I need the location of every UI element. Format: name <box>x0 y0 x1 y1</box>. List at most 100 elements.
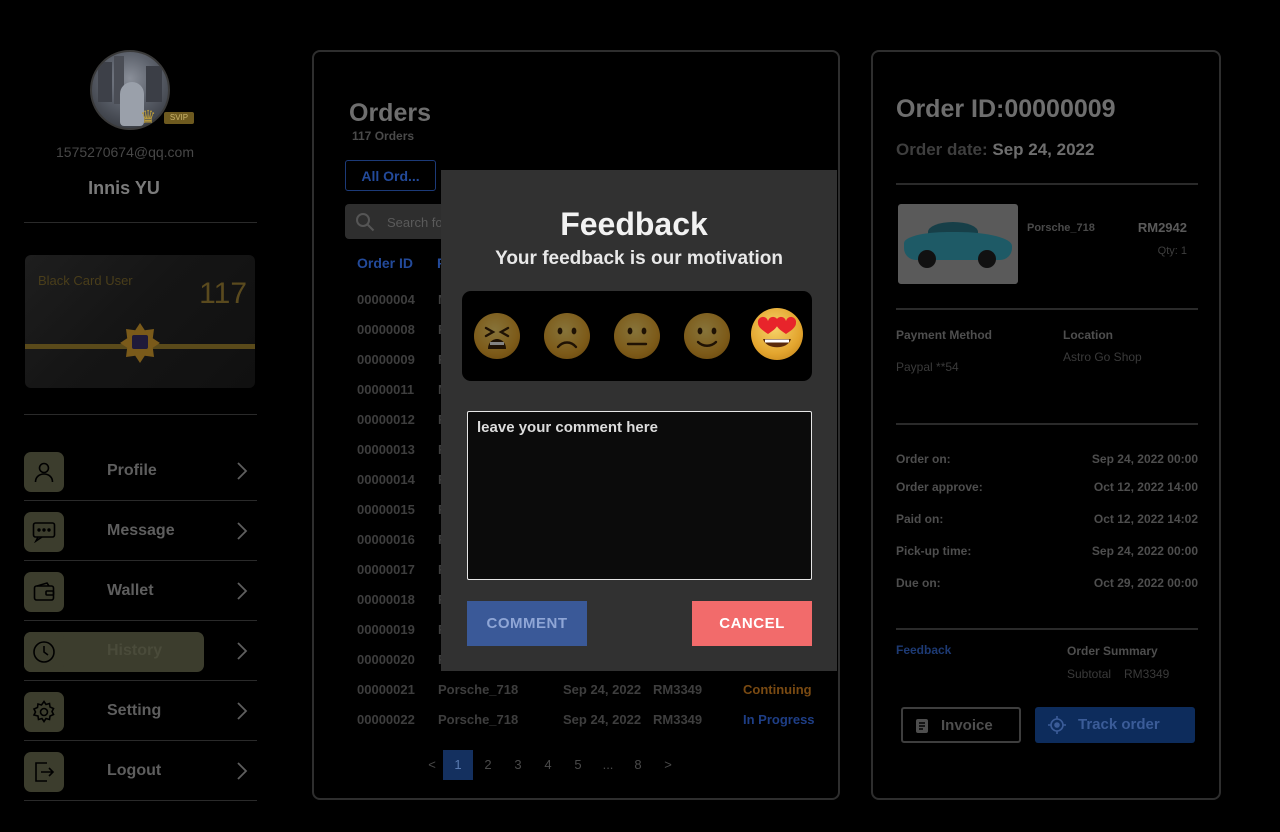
modal-title: Feedback <box>560 206 708 242</box>
search-input[interactable]: Search fo <box>345 204 455 239</box>
order-id: 00000017 <box>357 562 415 577</box>
subtotal-value: RM3349 <box>1124 667 1170 681</box>
pager-page[interactable]: 3 <box>503 750 533 780</box>
modal-subtitle: Your feedback is our motivation <box>495 248 783 269</box>
frowning-face-icon[interactable] <box>544 313 590 359</box>
document-icon <box>916 719 928 733</box>
order-id: 00000011 <box>357 382 415 397</box>
pager-ellipsis: ... <box>602 757 614 772</box>
gear-icon <box>24 692 64 732</box>
pager-page[interactable]: 1 <box>443 750 473 780</box>
user-name: Innis YU <box>88 178 160 198</box>
divider <box>896 308 1198 310</box>
search-icon <box>356 213 375 232</box>
order-id: 00000016 <box>357 532 415 547</box>
crown-icon: ♛ <box>140 107 157 127</box>
timeline-pickup: Pick-up time: Sep 24, 2022 00:00 <box>896 544 1198 560</box>
order-id: 00000018 <box>357 592 415 607</box>
timeline-order-on: Order on: Sep 24, 2022 00:00 <box>896 452 1198 468</box>
pager-page[interactable]: 4 <box>533 750 563 780</box>
sidebar-item-logout[interactable]: Logout <box>24 741 257 801</box>
chevron-right-icon <box>237 522 248 540</box>
timeline-label: Order on: <box>896 452 951 466</box>
svip-label: SVIP <box>164 112 194 124</box>
cancel-button[interactable]: CANCEL <box>692 601 812 646</box>
user-email: 1575270674@qq.com <box>56 144 194 160</box>
slightly-smiling-face-icon[interactable] <box>684 313 730 359</box>
order-id: 00000015 <box>357 502 415 517</box>
order-date: Sep 24, 2022 <box>563 682 642 697</box>
chevron-right-icon <box>237 462 248 480</box>
timeline-value: Sep 24, 2022 00:00 <box>1091 544 1198 558</box>
table-row[interactable]: 00000021 Porsche_718 Sep 24, 2022 RM3349 Con… <box>357 682 827 702</box>
order-id: 00000019 <box>357 622 415 637</box>
emoji-rating <box>462 291 812 381</box>
order-price: RM3349 <box>653 682 703 697</box>
timeline-label: Pick-up time: <box>896 544 972 558</box>
track-order-button[interactable]: Track order <box>1035 707 1195 743</box>
message-icon <box>24 512 64 552</box>
timeline-due-on: Due on: Oct 29, 2022 00:00 <box>896 576 1198 592</box>
divider <box>896 423 1198 425</box>
search-placeholder: Search fo <box>387 215 443 230</box>
heart-eyes-face-icon[interactable] <box>751 308 803 360</box>
order-id: 00000008 <box>357 322 415 337</box>
order-price: RM3349 <box>653 712 703 727</box>
product-name: Porsche_718 <box>438 712 519 727</box>
timeline-value: Oct 12, 2022 14:02 <box>1093 512 1198 526</box>
order-detail-panel: Order ID:00000009 Order date: Sep 24, 20… <box>871 50 1221 800</box>
clock-icon <box>24 632 64 672</box>
card-number: 117 <box>199 277 247 310</box>
column-header-order-id[interactable]: Order ID <box>357 255 413 271</box>
chevron-right-icon <box>237 702 248 720</box>
divider <box>896 183 1198 185</box>
table-row[interactable]: 00000022 Porsche_718 Sep 24, 2022 RM3349 In … <box>357 712 827 732</box>
chevron-right-icon <box>237 642 248 660</box>
product-price: RM2942 <box>1137 220 1187 235</box>
product-image <box>898 204 1018 284</box>
feedback-link[interactable]: Feedback <box>896 643 951 657</box>
sidebar-item-wallet[interactable]: Wallet <box>24 561 257 621</box>
sidebar-item-profile[interactable]: Profile <box>24 441 257 501</box>
payment-method-label: Payment Method <box>896 328 993 342</box>
invoice-button-label: Invoice <box>941 717 993 734</box>
product-name: Porsche_718 <box>438 682 519 697</box>
timeline-value: Sep 24, 2022 00:00 <box>1091 452 1198 466</box>
sidebar-item-history[interactable]: History <box>24 621 257 681</box>
sidebar-item-message[interactable]: Message <box>24 501 257 561</box>
comment-button[interactable]: COMMENT <box>467 601 587 646</box>
timeline-value: Oct 12, 2022 14:00 <box>1093 480 1198 494</box>
order-id: 00000009 <box>357 352 415 367</box>
pager-page[interactable]: 5 <box>563 750 593 780</box>
order-date: Sep 24, 2022 <box>563 712 642 727</box>
pager-page[interactable]: 2 <box>473 750 503 780</box>
pager-next[interactable]: > <box>653 750 683 780</box>
feedback-modal: Feedback Your feedback is our motivation… <box>441 170 837 671</box>
sidebar-item-setting[interactable]: Setting <box>24 681 257 741</box>
track-order-button-label: Track order <box>1078 716 1160 733</box>
logout-icon <box>24 752 64 792</box>
invoice-button[interactable]: Invoice <box>901 707 1021 743</box>
order-id: 00000021 <box>357 682 415 697</box>
tab-all-orders[interactable]: All Ord... <box>345 160 436 191</box>
user-icon <box>24 452 64 492</box>
pager-page[interactable]: 8 <box>623 750 653 780</box>
medal-icon <box>120 323 160 363</box>
timeline-paid-on: Paid on: Oct 12, 2022 14:02 <box>896 512 1198 528</box>
order-id: 00000020 <box>357 652 415 667</box>
payment-method-value: Paypal **54 <box>896 360 959 374</box>
subtotal-label: Subtotal <box>1067 667 1112 681</box>
target-icon <box>1048 716 1066 734</box>
timeline-label: Due on: <box>896 576 941 590</box>
chevron-right-icon <box>237 762 248 780</box>
order-id: 00000012 <box>357 412 415 427</box>
divider <box>24 414 257 415</box>
order-date-label: Order date: <box>896 140 988 159</box>
tired-face-icon[interactable] <box>474 313 520 359</box>
location-label: Location <box>1063 328 1113 342</box>
sidebar-item-label: Wallet <box>107 582 154 599</box>
comment-textarea[interactable]: leave your comment here <box>467 411 812 580</box>
neutral-face-icon[interactable] <box>614 313 660 359</box>
timeline-order-approve: Order approve: Oct 12, 2022 14:00 <box>896 480 1198 496</box>
timeline-label: Order approve: <box>896 480 983 494</box>
